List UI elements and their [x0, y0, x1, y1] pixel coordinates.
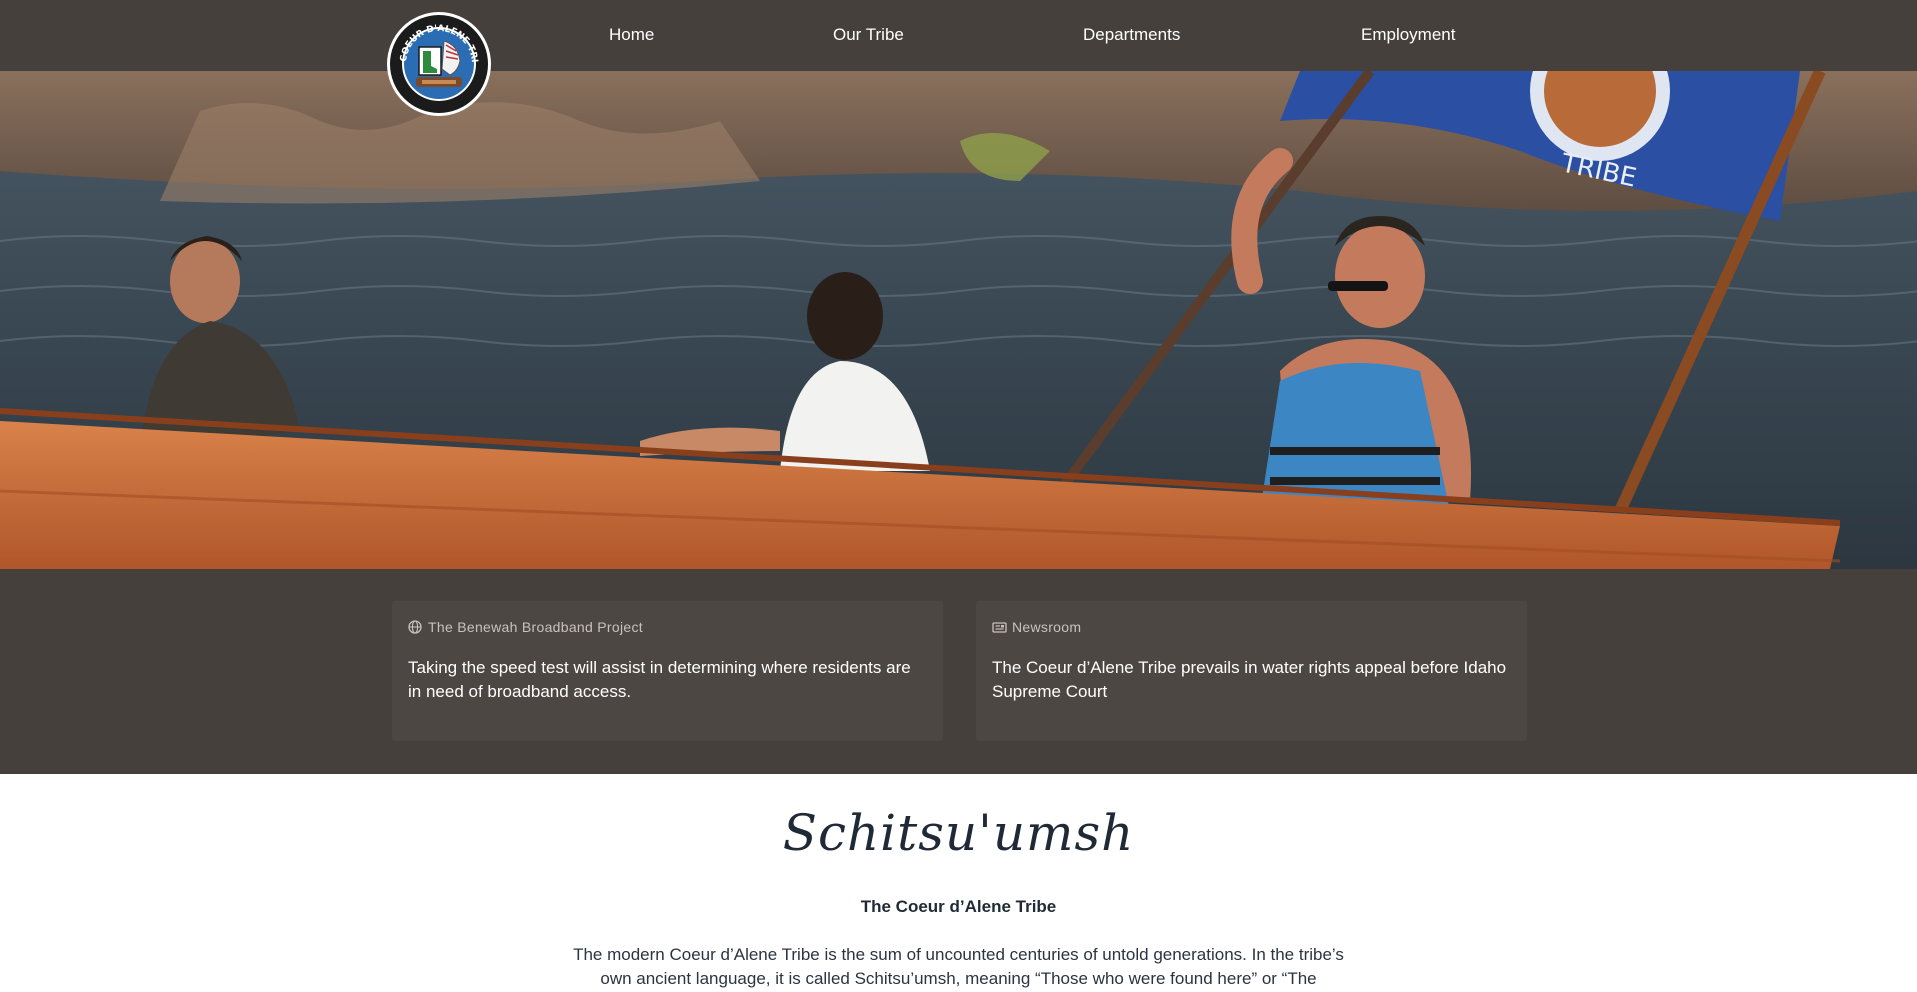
news-card-broadband[interactable]: The Benewah Broadband Project Taking the…	[392, 601, 943, 741]
hero-canoe-photo: TRIBE	[0, 71, 1917, 569]
page: Home Our Tribe Departments Employment CO…	[0, 0, 1917, 992]
news-card-header: Newsroom	[992, 619, 1081, 635]
section-title: Schitsu'umsh	[782, 804, 1135, 862]
nav-our-tribe-link[interactable]: Our Tribe	[833, 25, 904, 45]
news-card-header: The Benewah Broadband Project	[408, 619, 643, 635]
news-card-category: The Benewah Broadband Project	[428, 619, 643, 635]
intro-paragraph: The modern Coeur d’Alene Tribe is the su…	[573, 945, 1344, 988]
top-nav-bar: Home Our Tribe Departments Employment	[0, 0, 1917, 71]
news-band: The Benewah Broadband Project Taking the…	[0, 569, 1917, 774]
intro-section: Schitsu'umsh The Coeur d’Alene Tribe The…	[0, 774, 1917, 992]
newspaper-icon	[992, 620, 1007, 634]
nav-employment-link[interactable]: Employment	[1361, 25, 1455, 45]
tribe-seal-logo[interactable]: COEUR D'ALENE TRIBE	[383, 4, 492, 117]
section-subtitle: The Coeur d’Alene Tribe	[860, 897, 1057, 916]
nav-home-link[interactable]: Home	[609, 25, 654, 45]
news-card-text[interactable]: Taking the speed test will assist in det…	[408, 656, 928, 704]
news-card-newsroom[interactable]: Newsroom The Coeur d’Alene Tribe prevail…	[976, 601, 1527, 741]
nav-departments-link[interactable]: Departments	[1083, 25, 1180, 45]
news-card-category: Newsroom	[1012, 619, 1082, 635]
globe-icon	[408, 620, 422, 634]
news-card-text[interactable]: The Coeur d’Alene Tribe prevails in wate…	[992, 656, 1512, 704]
